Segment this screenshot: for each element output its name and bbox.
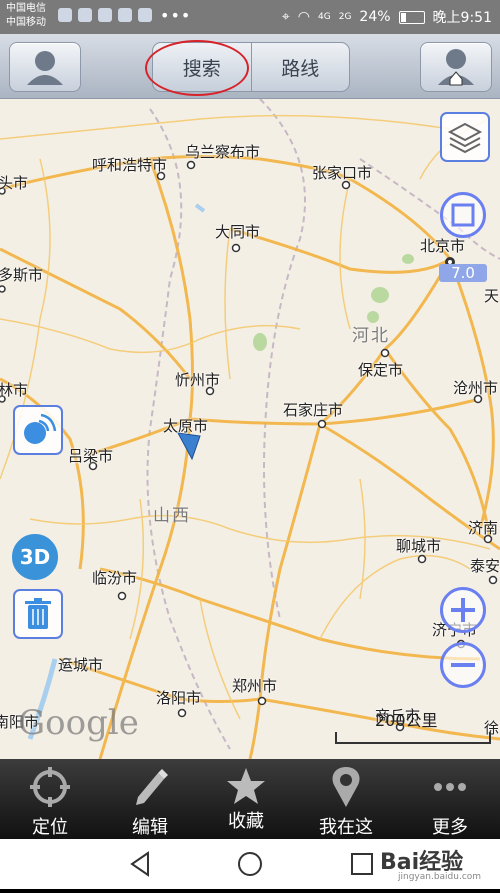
- pin-icon: [332, 767, 360, 807]
- city-label: 济南: [468, 519, 499, 537]
- minus-icon: [451, 663, 475, 667]
- city-label: 石家庄市: [283, 401, 344, 419]
- network-2: 2G: [338, 12, 352, 22]
- battery-percent: 24%: [359, 9, 391, 25]
- layers-button[interactable]: [440, 112, 490, 162]
- city-label: 忻州市: [175, 371, 221, 389]
- tab-favorites[interactable]: 收藏: [196, 759, 296, 839]
- province-label: 山西: [153, 506, 191, 526]
- app-icon: [98, 8, 112, 22]
- network-1: 4G: [318, 12, 331, 22]
- tab-more[interactable]: 更多: [400, 759, 500, 839]
- mode-switch: 搜索 路线: [152, 42, 350, 92]
- tab-route[interactable]: 路线: [250, 43, 350, 91]
- more-icon: [434, 783, 466, 791]
- tab-here-label: 我在这: [319, 817, 373, 838]
- carrier-info: 中国电信 中国移动: [6, 2, 46, 30]
- map-view[interactable]: 乌兰察布市 呼和浩特市 张家口市 大同市 北京市 忻州市 保定市 沧州市 太原市…: [0, 99, 500, 759]
- city-label: 临汾市: [92, 569, 138, 587]
- home-button[interactable]: [420, 42, 492, 92]
- tab-search[interactable]: 搜索: [153, 43, 251, 91]
- watermark-url: jingyan.baidu.com: [398, 872, 482, 882]
- recents-icon[interactable]: [351, 853, 373, 875]
- top-toolbar: 搜索 路线: [0, 34, 500, 99]
- city-label: 吕梁市: [68, 447, 114, 465]
- status-bar: 中国电信 中国移动 ••• ⌖ ◠ 4G 2G 24% 晚上9:51: [0, 0, 500, 34]
- bottom-tab-bar: 定位 编辑 收藏 我在这 更多: [0, 759, 500, 839]
- tab-edit-label: 编辑: [132, 817, 168, 838]
- trash-icon: [25, 598, 51, 629]
- locate-icon: [30, 767, 70, 807]
- wifi-icon: ◠: [297, 9, 311, 25]
- tab-locate-label: 定位: [32, 817, 68, 838]
- province-label: 河北: [352, 326, 390, 346]
- city-label: 保定市: [358, 361, 404, 379]
- zoom-out-button[interactable]: [440, 642, 486, 688]
- clock: 晚上9:51: [432, 10, 492, 26]
- plus-icon: [451, 598, 475, 622]
- pencil-icon: [136, 769, 168, 805]
- edge-city-label: 林市: [0, 381, 29, 399]
- zoom-in-button[interactable]: [440, 587, 486, 633]
- location-icon: ⌖: [281, 9, 290, 25]
- battery-icon: [398, 10, 425, 24]
- app-icon: [138, 8, 152, 22]
- compass-button[interactable]: [13, 405, 63, 455]
- notification-icons: [58, 8, 152, 22]
- status-right: ⌖ ◠ 4G 2G 24% 晚上9:51: [282, 7, 492, 27]
- more-notifications: •••: [160, 6, 192, 25]
- user-button[interactable]: [9, 42, 81, 92]
- app-icon: [78, 8, 92, 22]
- city-label: 沧州市: [453, 379, 499, 397]
- star-icon: [227, 768, 265, 804]
- city-label: 呼和浩特市: [92, 156, 168, 174]
- 3d-button[interactable]: 3D: [12, 534, 58, 580]
- city-label: 聊城市: [396, 537, 442, 555]
- city-label: 运城市: [58, 656, 104, 674]
- google-logo: Google: [18, 703, 139, 743]
- tab-edit[interactable]: 编辑: [100, 759, 200, 839]
- delete-button[interactable]: [13, 589, 63, 639]
- app-icon: [58, 8, 72, 22]
- tab-more-label: 更多: [432, 817, 468, 838]
- city-label: 太原市: [163, 417, 209, 435]
- scale-label: 200公里: [375, 711, 438, 730]
- edge-city-label: 头市: [0, 174, 29, 192]
- tab-here[interactable]: 我在这: [296, 759, 396, 839]
- city-label: 洛阳市: [156, 689, 202, 707]
- app-icon: [118, 8, 132, 22]
- edge-city-label: 多斯市: [0, 266, 44, 284]
- tab-locate[interactable]: 定位: [0, 759, 100, 839]
- carrier-1: 中国电信: [6, 3, 46, 14]
- city-label: 乌兰察布市: [185, 143, 261, 161]
- layers-icon: [447, 122, 483, 154]
- fullscreen-button[interactable]: [440, 192, 486, 238]
- tab-favorites-label: 收藏: [228, 811, 264, 832]
- city-label: 泰安: [470, 557, 500, 575]
- compass-icon: [24, 413, 57, 444]
- scale-bar: [335, 732, 491, 744]
- city-label: 张家口市: [312, 164, 373, 182]
- zoom-level: 7.0: [439, 264, 487, 282]
- user-icon: [27, 51, 63, 85]
- edge-city-label: 天: [484, 287, 500, 305]
- carrier-2: 中国移动: [6, 17, 46, 28]
- home-icon[interactable]: [238, 852, 262, 876]
- square-icon: [451, 203, 475, 227]
- back-icon[interactable]: [130, 851, 149, 877]
- city-label: 大同市: [215, 223, 261, 241]
- home-user-icon: [438, 49, 474, 86]
- city-label: 郑州市: [232, 677, 278, 695]
